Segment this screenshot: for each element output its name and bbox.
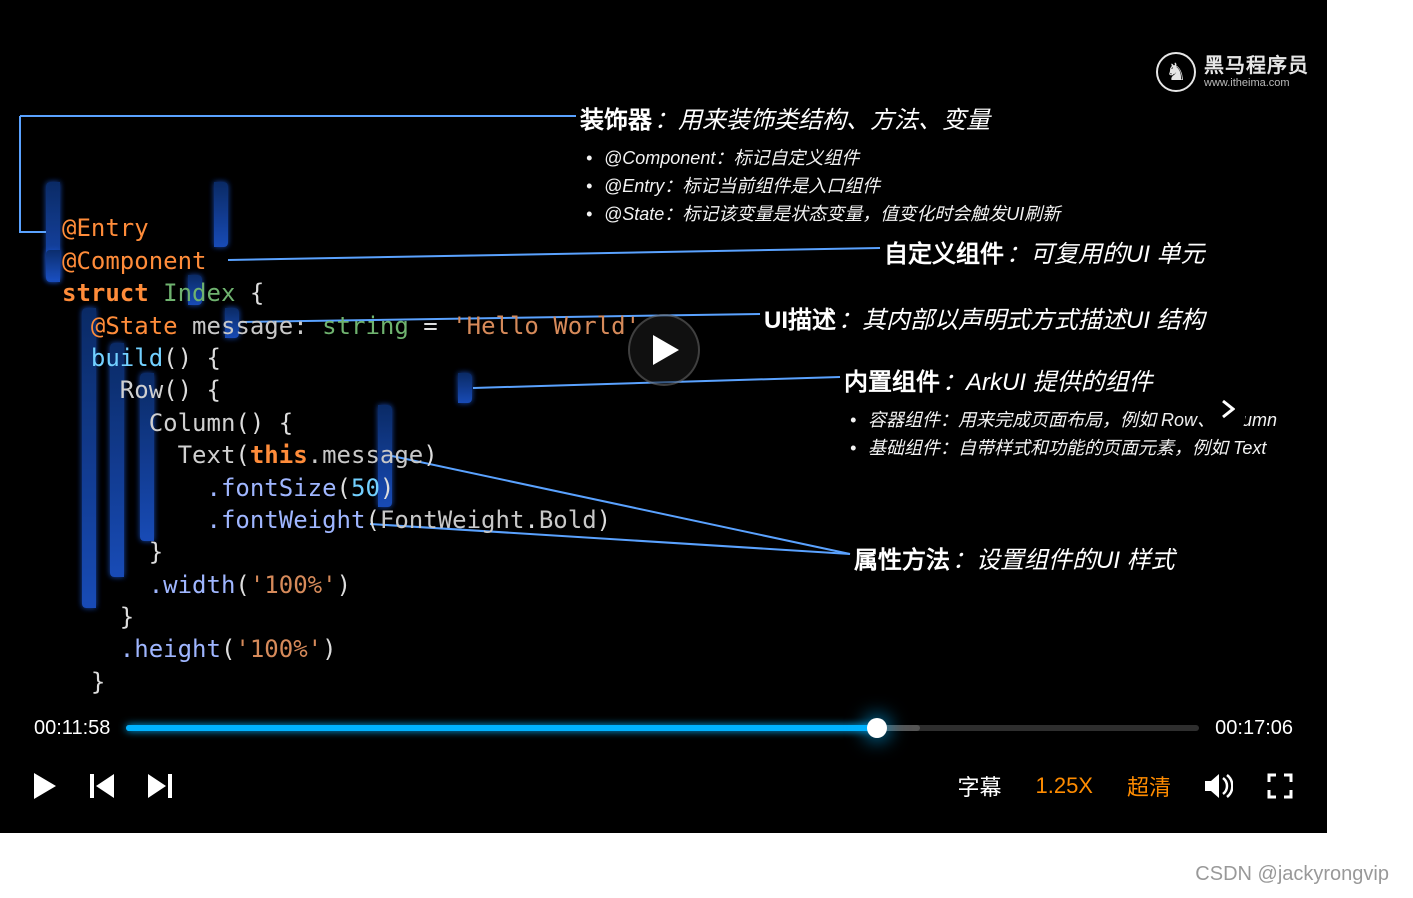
progress-track[interactable] [126, 725, 1199, 731]
brand-watermark: ♞ 黑马程序员 www.itheima.com [1156, 52, 1309, 92]
progress-played [126, 725, 877, 731]
chevron-right-icon [1221, 399, 1235, 419]
volume-icon [1205, 774, 1233, 798]
bracket-highlight [46, 250, 60, 280]
progress-thumb[interactable] [867, 718, 887, 738]
play-button[interactable] [34, 773, 56, 799]
play-icon [653, 335, 679, 365]
annotation-custom-component: 自定义组件：可复用的UI 单元 [884, 234, 1205, 269]
horse-icon: ♞ [1156, 52, 1196, 92]
code-sample: @Entry @Component struct Index { @State … [62, 180, 640, 731]
annotation-ui-description: UI描述：其内部以声明式方式描述UI 结构 [764, 300, 1205, 335]
play-icon [34, 773, 56, 799]
fullscreen-icon [1267, 773, 1293, 799]
annotation-attribute-method: 属性方法：设置组件的UI 样式 [854, 540, 1175, 575]
time-current: 00:11:58 [34, 717, 110, 740]
volume-button[interactable] [1205, 774, 1233, 798]
list-item: 基础组件：自带样式和功能的页面元素，例如 Text [844, 435, 1277, 463]
brand-name: 黑马程序员 [1204, 55, 1309, 77]
player-controls: 00:11:58 00:17:06 字幕 1.25X 超清 [0, 700, 1327, 833]
video-slide-content: ♞ 黑马程序员 www.itheima.com [0, 0, 1327, 700]
skip-previous-icon [90, 774, 114, 798]
list-item: @State：标记该变量是状态变量，值变化时会触发UI刷新 [580, 201, 1060, 229]
time-duration: 00:17:06 [1215, 717, 1293, 740]
brand-url: www.itheima.com [1204, 77, 1309, 89]
fullscreen-button[interactable] [1267, 773, 1293, 799]
list-item: @Entry：标记当前组件是入口组件 [580, 173, 1060, 201]
previous-button[interactable] [90, 774, 114, 798]
next-button[interactable] [148, 774, 172, 798]
subtitle-button[interactable]: 字幕 [957, 770, 1001, 802]
quality-button[interactable]: 超清 [1127, 770, 1171, 802]
speed-button[interactable]: 1.25X [1035, 773, 1093, 799]
skip-next-icon [148, 774, 172, 798]
annotation-decorator: 装饰器：用来装饰类结构、方法、变量 @Component：标记自定义组件 @En… [580, 100, 1060, 229]
next-panel-button[interactable] [1211, 392, 1245, 426]
article-sidebar [1350, 0, 1413, 833]
video-player-frame: ♞ 黑马程序员 www.itheima.com [0, 0, 1327, 833]
big-play-button[interactable] [628, 314, 700, 386]
csdn-watermark: CSDN @jackyrongvip [1195, 863, 1389, 886]
list-item: @Component：标记自定义组件 [580, 145, 1060, 173]
